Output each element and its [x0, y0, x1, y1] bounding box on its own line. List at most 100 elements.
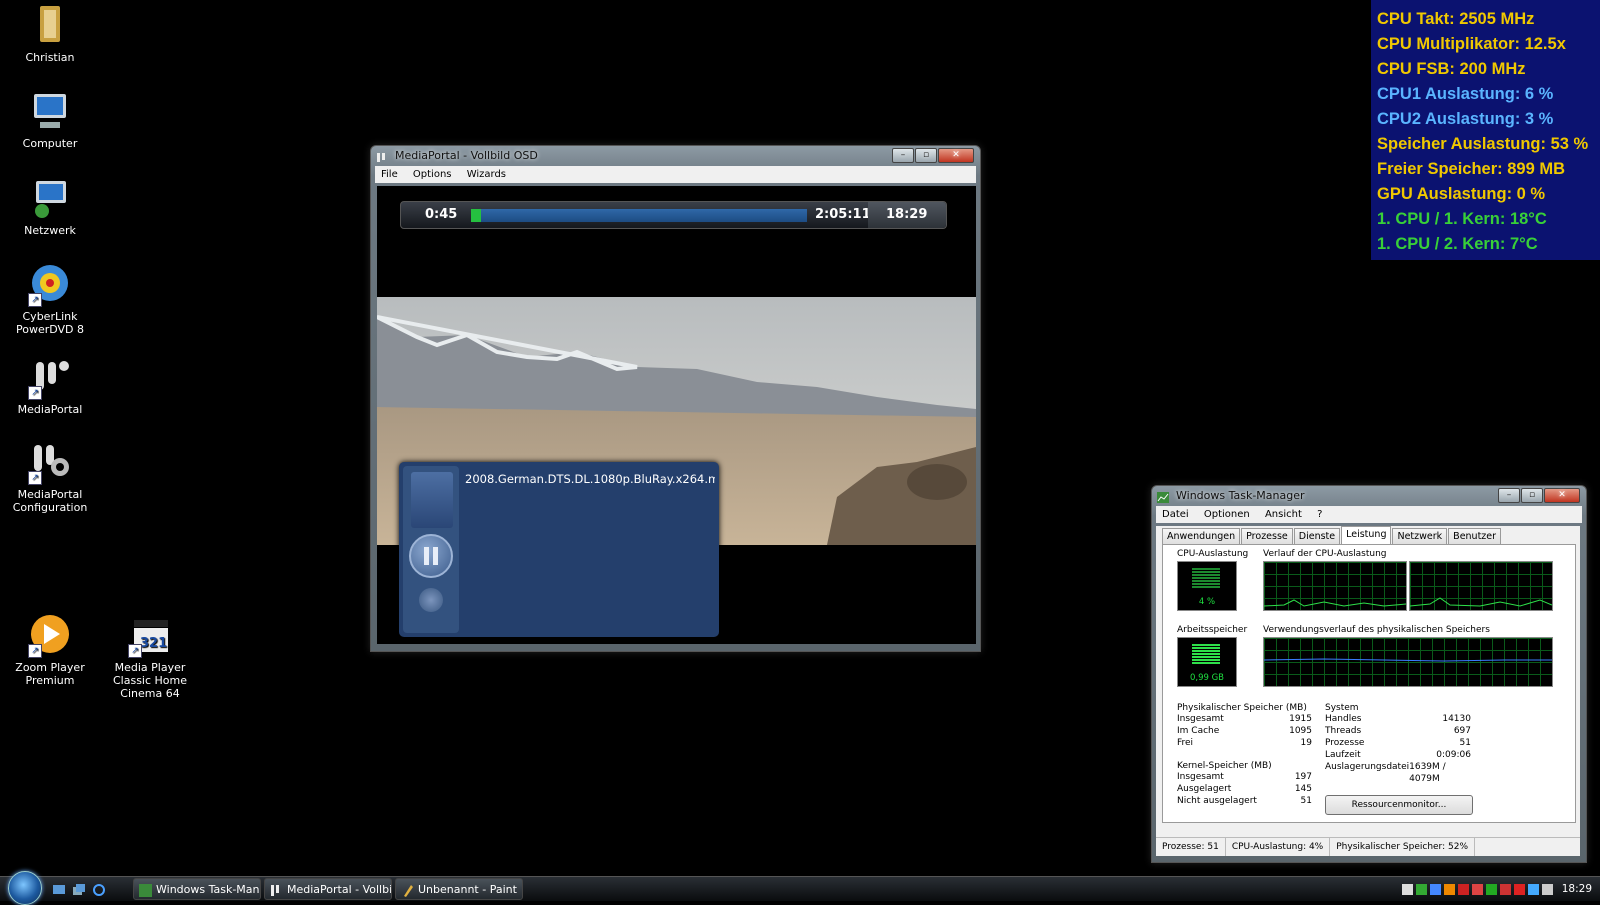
shortcut-arrow-icon: ↗	[28, 644, 42, 658]
svg-text:321: 321	[140, 636, 167, 651]
bluetooth-icon[interactable]	[1429, 883, 1441, 895]
task-manager-taskbar-icon	[139, 883, 152, 897]
stat-key: Handles	[1325, 714, 1362, 724]
overlay-stat-line: CPU2 Auslastung: 3 %	[1377, 110, 1554, 128]
cpu-history-graph-core2	[1409, 561, 1553, 611]
physical-memory-section: Physikalischer Speicher (MB) Insgesamt 19…	[1177, 703, 1312, 749]
osd-progress-bar: 0:45 2:05:11 18:29	[400, 201, 947, 229]
overlay-stat-line: 1. CPU / 2. Kern: 7°C	[1377, 235, 1538, 253]
stat-value: 1639M / 4079M	[1409, 762, 1446, 784]
keyboard-icon[interactable]	[1401, 883, 1413, 895]
mediaportal-window[interactable]: MediaPortal - Vollbild OSD – ▫ ✕ File Op…	[370, 145, 981, 652]
desktop-icon-powerdvd[interactable]: ↗ CyberLink PowerDVD 8	[0, 263, 100, 336]
stat-row: Insgesamt 197	[1177, 771, 1312, 783]
menu-help[interactable]: ?	[1311, 509, 1328, 520]
cpu-history-label: Verlauf der CPU-Auslastung	[1263, 549, 1387, 559]
memory-history-label: Verwendungsverlauf des physikalischen Sp…	[1263, 625, 1490, 635]
taskbar-item-task-manager[interactable]: Windows Task-Man...	[133, 878, 261, 900]
menu-options[interactable]: Options	[407, 169, 458, 180]
desktop-icon-mpc-hc[interactable]: 321 ↗ Media Player Classic Home Cinema 6…	[100, 614, 200, 700]
menu-wizards[interactable]: Wizards	[461, 169, 512, 180]
osd-controls	[403, 466, 459, 633]
cpu-usage-value: 4 %	[1198, 597, 1216, 607]
task-manager-titlebar[interactable]: Windows Task-Manager – ▫ ✕	[1152, 486, 1586, 506]
desktop-icon-label: Netzwerk	[24, 224, 76, 237]
menu-ansicht[interactable]: Ansicht	[1259, 509, 1308, 520]
desktop-icon-network[interactable]: Netzwerk	[0, 177, 100, 237]
menu-optionen[interactable]: Optionen	[1198, 509, 1256, 520]
window-title: MediaPortal - Vollbild OSD	[395, 149, 538, 162]
stat-value: 0:09:06	[1436, 750, 1471, 760]
stat-row: Nicht ausgelagert 51	[1177, 795, 1312, 807]
internet-explorer-icon[interactable]	[92, 882, 106, 896]
system-tray: 18:29	[1401, 877, 1600, 901]
network-icon	[26, 177, 74, 221]
desktop-icon-christian[interactable]: Christian	[0, 4, 100, 64]
maximize-button[interactable]: ▫	[915, 148, 937, 163]
mediaportal-video-area[interactable]: 0:45 2:05:11 18:29 2008.German.DTS.DL.10…	[377, 186, 976, 644]
shortcut-arrow-icon: ↗	[28, 471, 42, 485]
powerdvd-icon: ↗	[26, 263, 74, 307]
desktop-icon-label: Computer	[22, 137, 78, 150]
stat-key: Laufzeit	[1325, 750, 1361, 760]
taskbar: Windows Task-Man... MediaPortal - Vollbi…	[0, 871, 1600, 905]
subtitle-icon[interactable]	[419, 588, 443, 612]
resource-monitor-button[interactable]: Ressourcenmonitor...	[1325, 795, 1473, 815]
seek-track[interactable]	[471, 209, 807, 222]
stat-key: Auslagerungsdatei	[1325, 762, 1410, 772]
tab-leistung[interactable]: Leistung	[1341, 526, 1392, 544]
paint-taskbar-icon	[401, 883, 414, 897]
desktop-icon-mediaportal-config[interactable]: ↗ MediaPortal Configuration	[0, 441, 100, 514]
task-manager-statusbar: Prozesse: 51 CPU-Auslastung: 4% Physikal…	[1156, 837, 1580, 856]
shortcut-arrow-icon: ↗	[28, 386, 42, 400]
desktop-icon-label: Media Player Classic Home Cinema 64	[112, 661, 188, 700]
seek-progress-fill	[471, 209, 482, 222]
stat-key: Nicht ausgelagert	[1177, 796, 1257, 806]
minimize-button[interactable]: –	[1498, 488, 1520, 503]
desktop-icon-label: Zoom Player Premium	[15, 661, 85, 687]
mediaportal-titlebar[interactable]: MediaPortal - Vollbild OSD – ▫ ✕	[371, 146, 980, 166]
stat-value: 1915	[1289, 714, 1312, 724]
network-tray-icon[interactable]	[1527, 883, 1539, 895]
security-icon[interactable]	[1471, 883, 1483, 895]
pause-icon	[424, 547, 429, 565]
stat-row: Frei 19	[1177, 737, 1312, 749]
taskbar-clock[interactable]: 18:29	[1562, 883, 1592, 895]
taskbar-item-mediaportal[interactable]: MediaPortal - Vollbi...	[264, 878, 392, 900]
system-header: System	[1325, 703, 1359, 713]
desktop-icon-zoom-player[interactable]: ↗ Zoom Player Premium	[0, 614, 100, 687]
desktop-icon-mediaportal[interactable]: ↗ MediaPortal	[0, 356, 100, 416]
now-playing-filename: 2008.German.DTS.DL.1080p.BluRay.x264.m	[465, 472, 715, 486]
pause-button[interactable]	[409, 534, 453, 578]
desktop-icon-label: MediaPortal	[17, 403, 83, 416]
desktop-icon-computer[interactable]: Computer	[0, 90, 100, 150]
menu-datei[interactable]: Datei	[1156, 509, 1195, 520]
desktop-icon-label: MediaPortal Configuration	[12, 488, 88, 514]
cpu-usage-bars	[1192, 568, 1220, 588]
switch-windows-icon[interactable]	[72, 882, 86, 896]
close-button[interactable]: ✕	[1544, 488, 1580, 503]
status-memory: Physikalischer Speicher: 52%	[1330, 838, 1475, 856]
volume-icon[interactable]	[1541, 883, 1553, 895]
red-tray-icon[interactable]	[1513, 883, 1525, 895]
kernel-memory-header: Kernel-Speicher (MB)	[1177, 761, 1272, 771]
stat-row: Auslagerungsdatei 1639M / 4079M	[1325, 761, 1471, 784]
task-manager-window[interactable]: Windows Task-Manager – ▫ ✕ Datei Optione…	[1151, 485, 1587, 863]
green-tray-icon[interactable]	[1485, 883, 1497, 895]
close-button[interactable]: ✕	[938, 148, 974, 163]
minimize-button[interactable]: –	[892, 148, 914, 163]
cpu-usage-label: CPU-Auslastung	[1177, 549, 1249, 559]
taskbar-item-paint[interactable]: Unbenannt - Paint	[395, 878, 523, 900]
update-icon[interactable]	[1443, 883, 1455, 895]
antivirus-icon[interactable]	[1499, 883, 1511, 895]
stat-key: Im Cache	[1177, 726, 1220, 736]
memory-bars	[1192, 644, 1220, 664]
battery-icon[interactable]	[1415, 883, 1427, 895]
menu-file[interactable]: File	[375, 169, 404, 180]
stat-row: Laufzeit 0:09:06	[1325, 749, 1471, 761]
total-duration: 2:05:11	[815, 207, 871, 222]
show-desktop-icon[interactable]	[52, 882, 66, 896]
ati-icon[interactable]	[1457, 883, 1469, 895]
stat-value: 51	[1300, 796, 1312, 806]
maximize-button[interactable]: ▫	[1521, 488, 1543, 503]
